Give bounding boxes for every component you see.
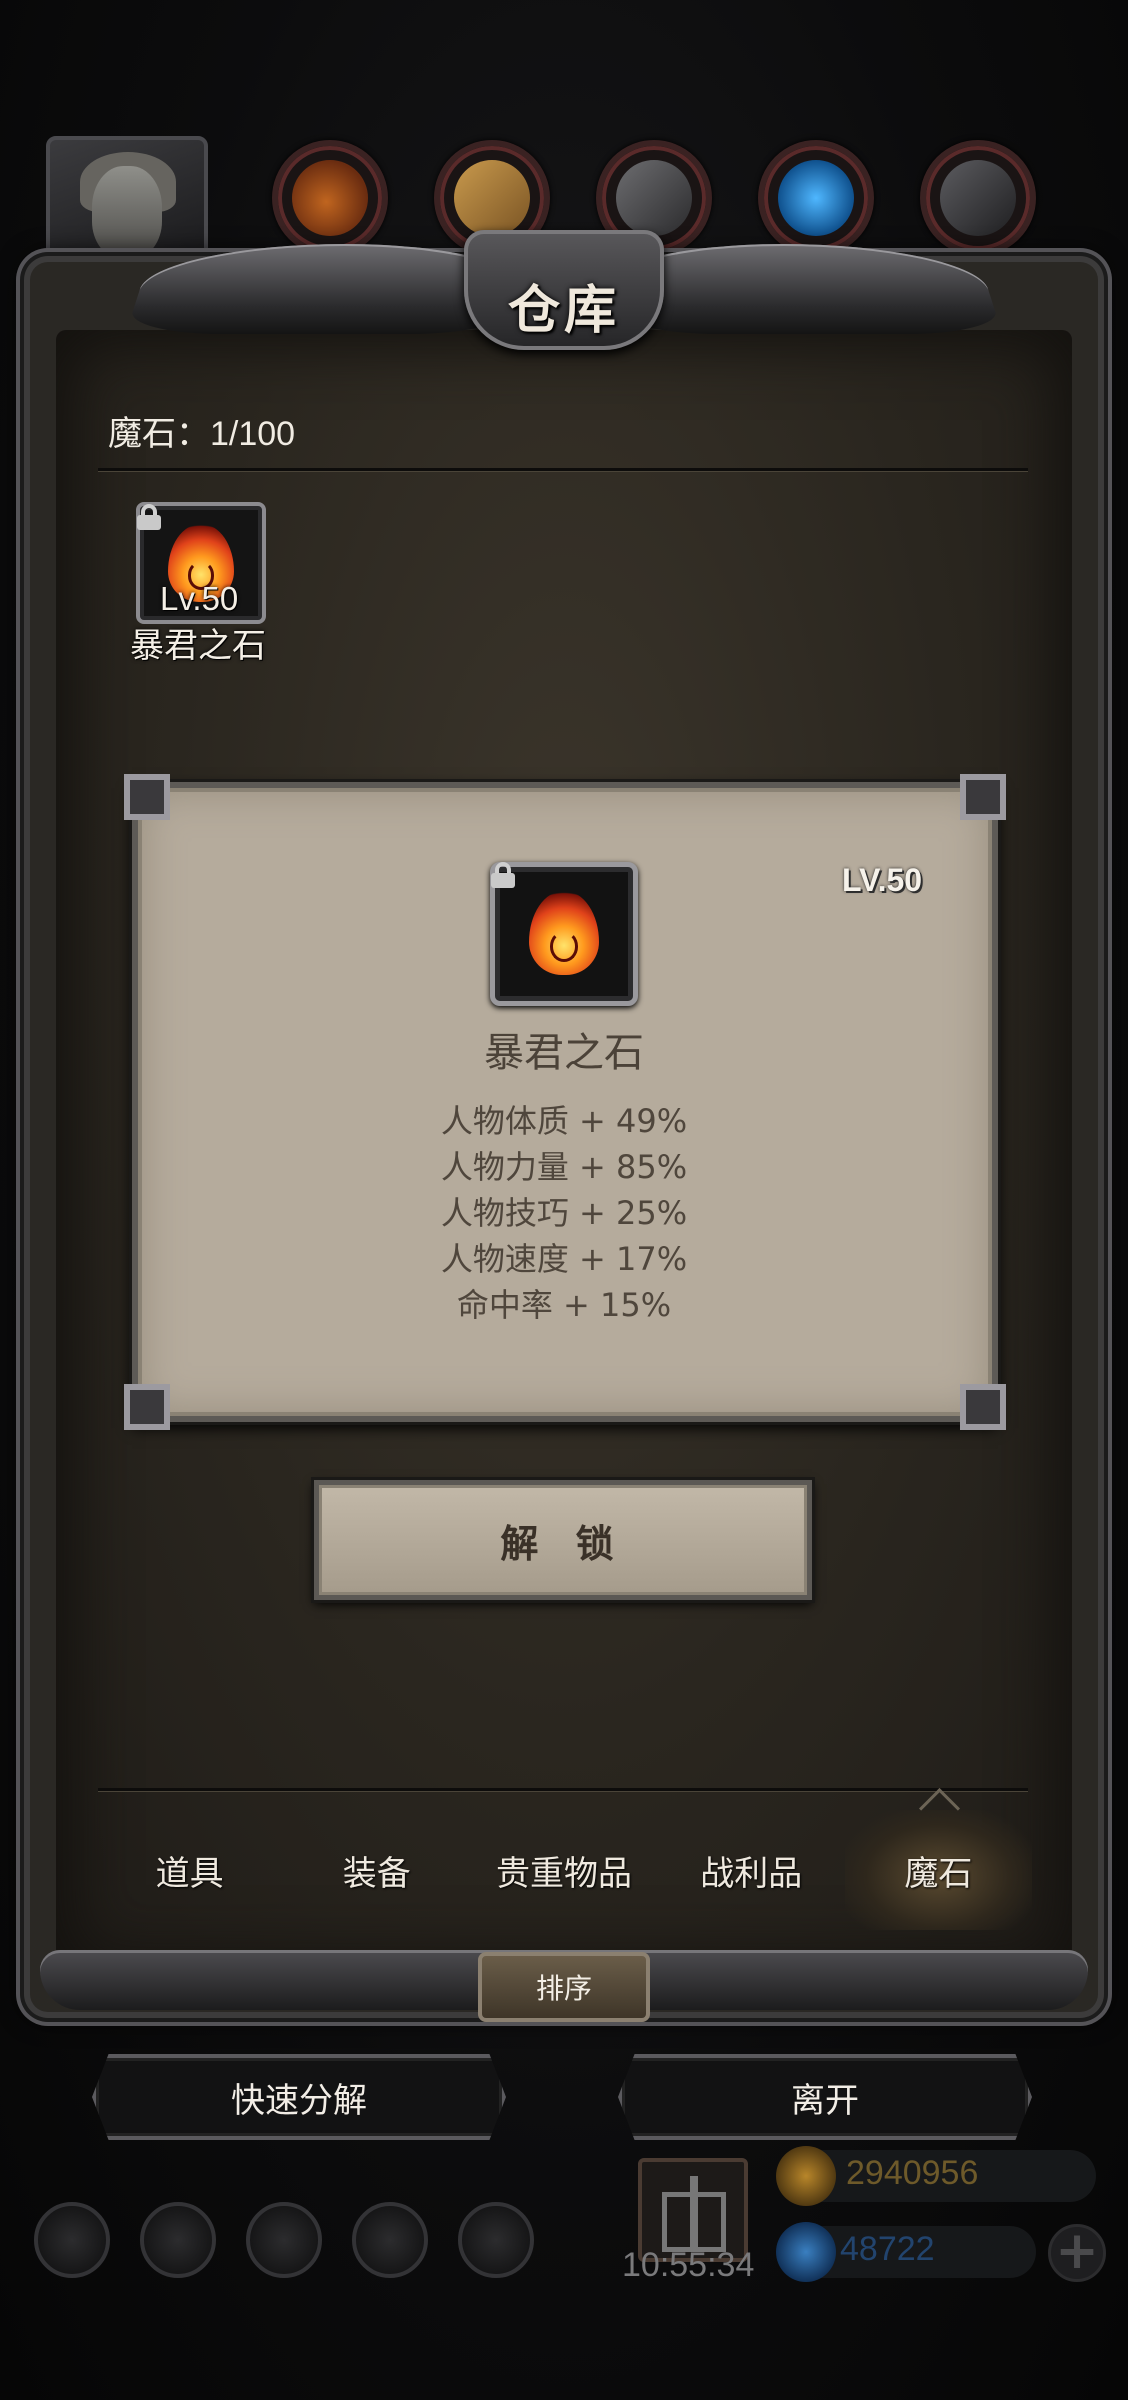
- page-title: 仓库: [507, 281, 620, 341]
- tab-equipment[interactable]: 装备: [283, 1810, 470, 1930]
- tab-valuables[interactable]: 贵重物品: [470, 1810, 657, 1930]
- stat-strength: 人物力量 + 85%: [440, 1148, 688, 1186]
- tab-items[interactable]: 道具: [96, 1810, 283, 1930]
- lock-icon: [136, 504, 162, 530]
- stat-list: 人物体质 + 49% 人物力量 + 85% 人物技巧 + 25% 人物速度 + …: [0, 1098, 1128, 1328]
- unlock-button[interactable]: 解 锁: [314, 1480, 812, 1600]
- card-corner: [960, 774, 1006, 820]
- quick-decompose-button[interactable]: 快速分解: [92, 2054, 506, 2140]
- tab-loot[interactable]: 战利品: [658, 1810, 845, 1930]
- tab-magic-stones[interactable]: 魔石: [844, 1810, 1033, 1930]
- tabs-divider: [98, 1788, 1028, 1791]
- gem-amount: 48722: [840, 2230, 935, 2268]
- lock-icon: [490, 862, 516, 888]
- item-slot-level: Lv.50: [160, 580, 239, 617]
- guild-icon[interactable]: [246, 2202, 322, 2278]
- flame-stone-icon: [529, 891, 599, 975]
- detail-level: LV.50: [842, 862, 923, 898]
- sort-button[interactable]: 排序: [478, 1952, 650, 2022]
- card-corner: [960, 1384, 1006, 1430]
- stat-accuracy: 命中率 + 15%: [456, 1286, 672, 1324]
- gem-icon: [776, 2222, 836, 2282]
- card-corner: [124, 774, 170, 820]
- stat-speed: 人物速度 + 17%: [440, 1240, 688, 1278]
- mail-icon[interactable]: [352, 2202, 428, 2278]
- add-currency-button[interactable]: +: [1048, 2224, 1106, 2282]
- shop-icon[interactable]: [458, 2202, 534, 2278]
- capacity-label: 魔石：1/100: [108, 415, 296, 453]
- leave-button[interactable]: 离开: [618, 2054, 1032, 2140]
- stat-skill: 人物技巧 + 25%: [440, 1194, 688, 1232]
- item-slot-name: 暴君之石: [130, 626, 266, 666]
- achievement-icon[interactable]: [140, 2202, 216, 2278]
- gold-coin-icon: [776, 2146, 836, 2206]
- settings-icon[interactable]: [34, 2202, 110, 2278]
- gold-amount: 2940956: [846, 2154, 979, 2192]
- card-corner: [124, 1384, 170, 1430]
- stat-constitution: 人物体质 + 49%: [440, 1102, 688, 1140]
- gift-timer: 10:55:34: [622, 2246, 755, 2284]
- header-divider: [98, 468, 1028, 471]
- category-tabs: 道具 装备 贵重物品 战利品 魔石: [96, 1810, 1033, 1930]
- detail-name: 暴君之石: [484, 1030, 644, 1076]
